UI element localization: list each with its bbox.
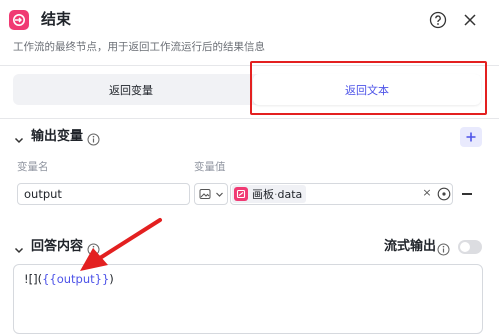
node-title[interactable]: 结束 xyxy=(41,9,71,29)
help-icon[interactable] xyxy=(429,11,447,29)
info-icon[interactable] xyxy=(437,241,450,256)
variable-settings-icon[interactable] xyxy=(437,186,451,201)
chevron-down-icon[interactable] xyxy=(13,241,25,254)
node-description: 工作流的最终节点，用于返回工作流运行后的结果信息 xyxy=(13,41,265,53)
tab-return-text[interactable]: 返回文本 xyxy=(253,74,481,105)
content-variable-ref: {{output}} xyxy=(42,272,110,286)
add-variable-button[interactable] xyxy=(460,127,482,147)
section-divider xyxy=(0,118,499,119)
remove-variable-button[interactable] xyxy=(462,193,472,195)
reference-source: 画板 xyxy=(252,188,274,201)
chevron-down-icon[interactable] xyxy=(13,131,25,144)
variable-reference-tag[interactable]: 画板 · data xyxy=(232,185,307,203)
answer-content-text: ![]({{output}}) xyxy=(24,271,114,287)
info-icon[interactable] xyxy=(87,131,100,146)
column-label-value: 变量值 xyxy=(194,161,226,173)
chevron-down-icon xyxy=(216,192,223,197)
stream-output-label: 流式输出 xyxy=(384,239,437,254)
end-node-icon xyxy=(9,10,29,30)
content-suffix: ) xyxy=(109,272,114,286)
column-label-name: 变量名 xyxy=(17,161,49,173)
header-divider xyxy=(0,65,499,66)
variable-name-input[interactable]: output xyxy=(17,183,190,205)
content-prefix: ![]( xyxy=(24,272,43,286)
image-type-icon xyxy=(199,189,211,199)
output-section-title: 输出变量 xyxy=(31,129,84,144)
reference-variable: data xyxy=(277,187,303,201)
close-icon[interactable] xyxy=(461,11,479,29)
clear-reference-icon[interactable]: × xyxy=(421,186,433,200)
toggle-knob xyxy=(460,242,470,252)
tab-return-variable[interactable]: 返回变量 xyxy=(13,74,249,105)
value-type-select[interactable] xyxy=(194,183,228,205)
info-icon[interactable] xyxy=(87,241,100,256)
answer-section-title: 回答内容 xyxy=(31,239,84,254)
canvas-node-icon xyxy=(234,187,248,201)
